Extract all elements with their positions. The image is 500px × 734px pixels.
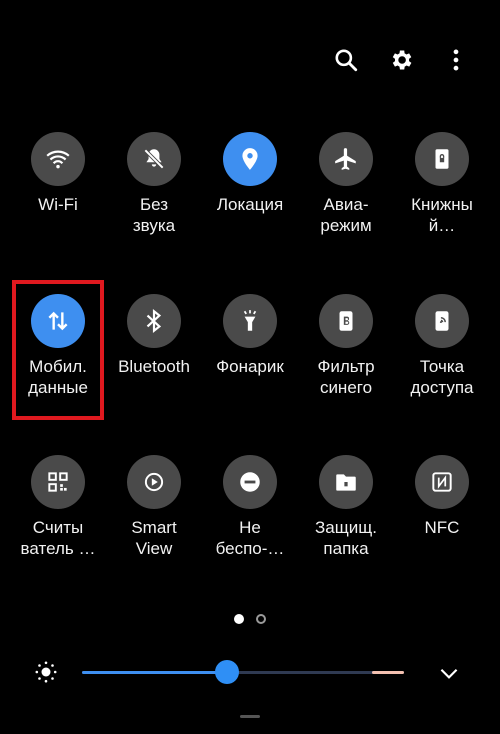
nfc-icon	[415, 455, 469, 509]
tile-flashlight[interactable]: Фонарик	[200, 294, 300, 377]
tile-airplane[interactable]: Авиа- режим	[296, 132, 396, 236]
location-icon	[223, 132, 277, 186]
tile-label: Считы ватель …	[20, 518, 96, 558]
tile-label: Фонарик	[216, 357, 284, 376]
brightness-thumb[interactable]	[214, 660, 239, 684]
hotspot-icon	[415, 294, 469, 348]
more-vert-icon[interactable]	[436, 40, 476, 80]
tile-hotspot[interactable]: Точка доступа	[392, 294, 492, 398]
tile-label: Smart View	[131, 518, 177, 558]
airplane-icon	[319, 132, 373, 186]
qr-icon	[31, 455, 85, 509]
brightness-warm-end	[372, 671, 404, 674]
tile-qr-scanner[interactable]: Считы ватель …	[8, 455, 108, 559]
tile-reading-mode[interactable]: Книжны й…	[392, 132, 492, 236]
tile-label: NFC	[424, 518, 460, 537]
chevron-down-icon[interactable]	[436, 660, 462, 686]
tile-nfc[interactable]: NFC	[392, 455, 492, 538]
tile-label: Локация	[216, 195, 284, 214]
wifi-icon	[31, 132, 85, 186]
page-dot-active[interactable]	[234, 614, 244, 624]
quick-panel-header	[0, 40, 500, 80]
brightness-slider[interactable]	[82, 671, 404, 674]
tile-wifi[interactable]: Wi-Fi	[8, 132, 108, 215]
gear-icon[interactable]	[381, 40, 421, 80]
tile-label: Не беспо-…	[215, 518, 285, 558]
tile-mute[interactable]: Без звука	[104, 132, 204, 236]
brightness-icon	[34, 660, 58, 684]
tile-label: Точка доступа	[410, 357, 474, 397]
tile-label: Bluetooth	[118, 357, 190, 376]
highlight-frame	[12, 280, 104, 420]
brightness-bar	[0, 652, 500, 692]
tile-label: Wi-Fi	[38, 195, 78, 214]
flashlight-icon	[223, 294, 277, 348]
tile-blue-light-filter[interactable]: Фильтр синего	[296, 294, 396, 398]
tile-location[interactable]: Локация	[200, 132, 300, 215]
secure-folder-icon	[319, 455, 373, 509]
blue-filter-icon	[319, 294, 373, 348]
tile-label: Без звука	[132, 195, 176, 235]
mute-icon	[127, 132, 181, 186]
book-lock-icon	[415, 132, 469, 186]
tile-do-not-disturb[interactable]: Не беспо-…	[200, 455, 300, 559]
tile-label: Защищ. папка	[315, 518, 377, 558]
smart-view-icon	[127, 455, 181, 509]
tile-label: Книжны й…	[411, 195, 473, 235]
page-dot-inactive[interactable]	[256, 614, 266, 624]
search-icon[interactable]	[326, 40, 366, 80]
bluetooth-icon	[127, 294, 181, 348]
brightness-fill	[82, 671, 227, 674]
panel-drag-handle[interactable]	[240, 715, 260, 718]
dnd-icon	[223, 455, 277, 509]
tile-smart-view[interactable]: Smart View	[104, 455, 204, 559]
tile-secure-folder[interactable]: Защищ. папка	[296, 455, 396, 559]
tile-bluetooth[interactable]: Bluetooth	[104, 294, 204, 377]
page-indicator	[0, 614, 500, 624]
tile-label: Авиа- режим	[320, 195, 372, 235]
tile-label: Фильтр синего	[317, 357, 375, 397]
